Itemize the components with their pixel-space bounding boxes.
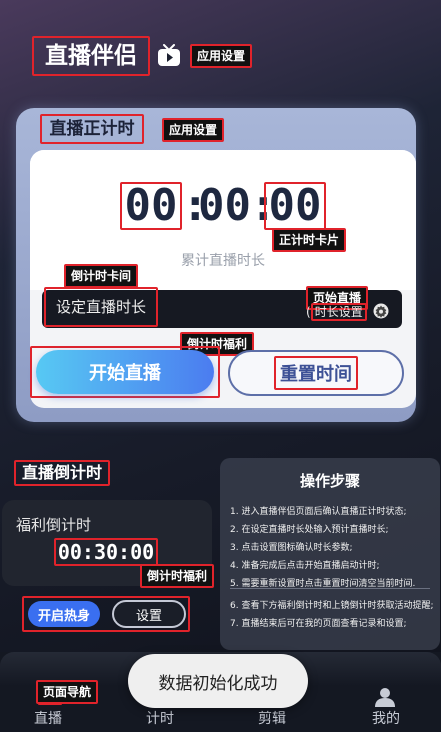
steps-list: 1. 进入直播伴侣页面后确认直播正计时状态; 2. 在设定直播时长处输入预计直播… [230,506,438,636]
nav-item-timer[interactable]: 计时 [130,708,190,728]
nav-item-label: 计时 [146,711,174,727]
step-item: 4. 准备完成后点击开始直播启动计时; [230,561,380,571]
step-item: 7. 直播结束后可在我的页面查看记录和设置; [230,619,407,629]
nav-item-label: 剪辑 [258,711,286,727]
annotation-countdown-card: 倒计时卡间 [64,264,139,288]
nav-item-live[interactable]: 直播 [18,708,78,728]
step-item: 6. 查看下方福利倒计时和上镜倒计时获取活动提醒; [230,601,434,611]
reset-time-label: 重置时间 [274,356,358,390]
annotation-countdown-welfare-2: 倒计时福利 [140,564,215,588]
set-duration-label[interactable]: 设定直播时长 [44,287,158,327]
toast-message: 数据初始化成功 [128,654,308,708]
nav-active-indicator [38,703,62,705]
nav-item-mine[interactable]: 我的 [356,708,416,728]
steps-title: 操作步骤 [299,472,360,490]
timer-hours: 00 [120,182,182,230]
app-title: 直播伴侣 [32,36,150,76]
start-warmup-button[interactable]: 开启热身 [28,601,100,627]
timer-seconds: 00 [264,182,326,230]
annotation-app-settings-2: 应用设置 [162,118,225,142]
annotation-page-nav: 页面导航 [36,680,99,704]
step-item: 3. 点击设置图标确认时长参数; [230,543,353,553]
welfare-countdown-label: 福利倒计时 [16,516,92,534]
step-item: 1. 进入直播伴侣页面后确认直播正计时状态; [230,507,407,517]
tv-play-icon[interactable] [156,44,182,68]
duration-settings-text[interactable]: (时长设置 [306,303,367,321]
gear-icon[interactable] [372,302,390,320]
welfare-countdown-time: 00:30:00 [54,538,158,566]
reset-time-button[interactable]: 重置时间 [228,350,404,396]
nav-item-label: 我的 [372,711,400,727]
annotation-app-settings: 应用设置 [190,44,253,68]
nav-item-edit[interactable]: 剪辑 [242,708,302,728]
nav-item-label: 直播 [34,711,62,727]
step-item: 5. 需要重新设置时点击重置时间清空当前时间. [230,579,416,589]
start-live-button[interactable]: 开始直播 [36,350,214,394]
countdown-settings-button[interactable]: 设置 [112,600,186,628]
timer-card-title: 直播正计时 [40,114,144,144]
user-profile-icon[interactable] [374,686,396,708]
steps-divider [230,588,430,589]
timer-minutes: 00 [198,180,251,231]
step-item: 2. 在设定直播时长处输入预计直播时长; [230,525,389,535]
countdown-section-title: 直播倒计时 [14,460,110,486]
duration-settings-label[interactable]: 时长设置 [310,303,367,321]
annotation-count-up-card: 正计时卡片 [272,228,347,252]
